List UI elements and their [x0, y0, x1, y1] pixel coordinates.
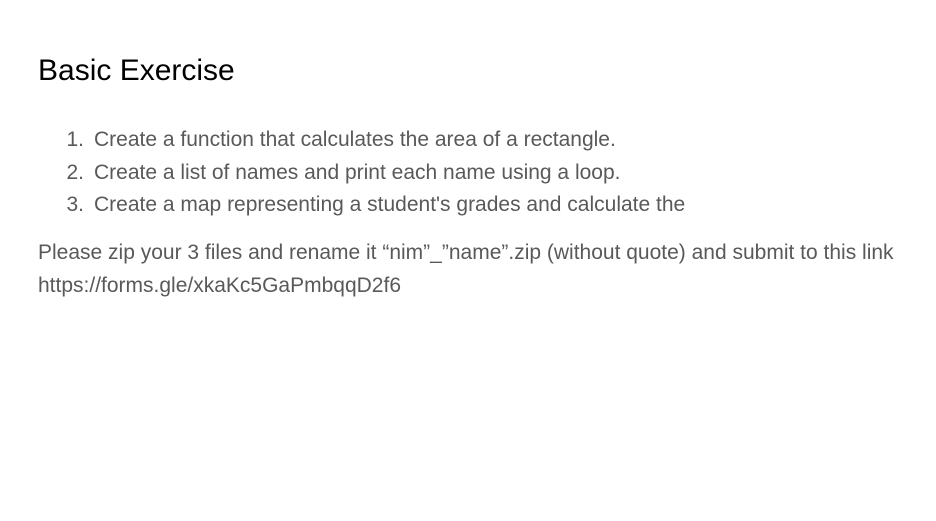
list-item-text: Create a map representing a student's gr…	[94, 193, 686, 216]
list-item-text: Create a list of names and print each na…	[94, 160, 621, 184]
list-item-number: 1.	[66, 128, 84, 151]
list-item: 3. Create a map representing a student's…	[38, 189, 685, 222]
exercise-list: 1. Create a function that calculates the…	[38, 124, 685, 222]
list-item-text: Create a function that calculates the ar…	[94, 128, 616, 151]
submission-instructions: Please zip your 3 files and rename it “n…	[38, 241, 894, 297]
list-item-number: 2.	[66, 160, 84, 184]
list-item-number: 3.	[66, 193, 84, 216]
list-item: 2. Create a list of names and print each…	[38, 157, 685, 190]
list-item: 1. Create a function that calculates the…	[38, 124, 685, 157]
slide: Basic Exercise 1. Create a function that…	[0, 0, 936, 521]
slide-title: Basic Exercise	[38, 54, 235, 87]
